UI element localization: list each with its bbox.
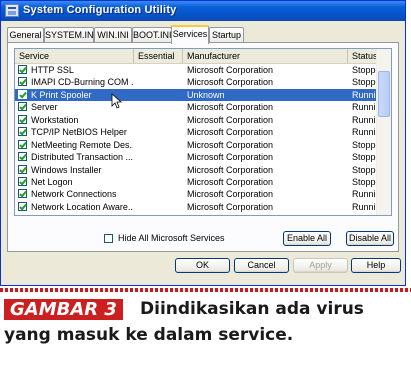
service-checkbox[interactable] bbox=[18, 189, 27, 199]
tab-startup[interactable]: Startup bbox=[209, 27, 244, 42]
service-row[interactable]: K Print SpoolerUnknownRunning bbox=[15, 88, 382, 102]
service-checkbox[interactable] bbox=[18, 114, 27, 124]
service-name: Net Logon bbox=[31, 176, 73, 187]
service-manufacturer: Microsoft Corporation bbox=[187, 102, 274, 113]
tab-system-ini[interactable]: SYSTEM.INI bbox=[44, 27, 96, 42]
system-configuration-window: System Configuration Utility General SYS… bbox=[0, 0, 406, 286]
title-bar[interactable]: System Configuration Utility bbox=[1, 1, 405, 21]
service-name: Distributed Transaction ... bbox=[31, 152, 133, 163]
tab-general[interactable]: General bbox=[7, 27, 44, 42]
service-manufacturer: Unknown bbox=[187, 89, 225, 100]
service-checkbox[interactable] bbox=[18, 152, 27, 162]
service-manufacturer: Microsoft Corporation bbox=[187, 201, 274, 212]
service-name: NetMeeting Remote Des... bbox=[31, 139, 133, 150]
enable-all-button[interactable]: Enable All bbox=[283, 231, 331, 246]
service-manufacturer: Microsoft Corporation bbox=[187, 189, 274, 200]
service-manufacturer: Microsoft Corporation bbox=[187, 127, 274, 138]
column-service[interactable]: Service bbox=[15, 49, 134, 63]
service-manufacturer: Microsoft Corporation bbox=[187, 65, 274, 75]
caption-line-1: Diindikasikan ada virus bbox=[140, 299, 364, 319]
service-row[interactable]: ServerMicrosoft CorporationRunning bbox=[15, 101, 382, 113]
mouse-cursor-icon bbox=[111, 93, 123, 109]
service-name: IMAPI CD-Burning COM ... bbox=[31, 77, 133, 88]
caption-line-2: yang masuk ke dalam service. bbox=[4, 325, 294, 345]
tab-win-ini[interactable]: WIN.INI bbox=[94, 27, 132, 42]
service-manufacturer: Microsoft Corporation bbox=[187, 176, 274, 187]
services-panel: Service Essential Manufacturer Status HT… bbox=[7, 42, 399, 252]
tab-services[interactable]: Services bbox=[171, 25, 209, 44]
service-name: Windows Installer bbox=[31, 164, 102, 175]
service-checkbox[interactable] bbox=[18, 201, 27, 211]
service-row[interactable]: Windows Installer Microsoft Corporation St… bbox=[15, 164, 382, 176]
service-name: HTTP SSL bbox=[31, 65, 74, 75]
column-essential[interactable]: Essential bbox=[134, 49, 183, 63]
caption-divider bbox=[0, 288, 411, 292]
service-row[interactable]: TCP/IP NetBIOS Helper Microsoft Corporati… bbox=[15, 126, 382, 138]
tab-boot-ini[interactable]: BOOT.INI bbox=[132, 27, 172, 42]
apply-button[interactable]: Apply bbox=[293, 258, 348, 273]
service-manufacturer: Microsoft Corporation bbox=[187, 77, 274, 88]
service-manufacturer: Microsoft Corporation bbox=[187, 164, 274, 175]
service-checkbox[interactable] bbox=[18, 176, 27, 186]
caption-tag: GAMBAR 3 bbox=[4, 299, 123, 320]
list-header: Service Essential Manufacturer Status bbox=[15, 49, 379, 64]
service-checkbox[interactable] bbox=[18, 89, 27, 99]
service-row[interactable]: NetMeeting Remote Des... Microsoft Corpor… bbox=[15, 139, 382, 151]
column-manufacturer[interactable]: Manufacturer bbox=[183, 49, 348, 63]
service-checkbox[interactable] bbox=[18, 164, 27, 174]
window-title: System Configuration Utility bbox=[23, 4, 177, 16]
ok-button[interactable]: OK bbox=[175, 258, 230, 273]
service-row[interactable]: Net LogonMicrosoft CorporationStopped bbox=[15, 176, 382, 188]
service-row[interactable]: Distributed Transaction ... Microsoft Cor… bbox=[15, 151, 382, 163]
service-row[interactable]: Network Location Aware... Microsoft Corpo… bbox=[15, 201, 382, 213]
service-row[interactable]: Network Connections Microsoft Corporation… bbox=[15, 188, 382, 200]
service-name: Workstation bbox=[31, 114, 79, 125]
service-manufacturer: Microsoft Corporation bbox=[187, 114, 274, 125]
checkbox-box[interactable] bbox=[104, 234, 113, 243]
service-name: Network Location Aware... bbox=[31, 201, 133, 212]
service-row[interactable]: HTTP SSLMicrosoft CorporationStopped bbox=[15, 64, 382, 76]
service-checkbox[interactable] bbox=[18, 139, 27, 149]
scrollbar-thumb[interactable] bbox=[378, 71, 390, 117]
service-rows: HTTP SSLMicrosoft CorporationStoppedIMAP… bbox=[15, 64, 382, 213]
service-manufacturer: Microsoft Corporation bbox=[187, 139, 274, 150]
service-manufacturer: Microsoft Corporation bbox=[187, 152, 274, 163]
service-checkbox[interactable] bbox=[18, 127, 27, 137]
column-status[interactable]: Status bbox=[348, 49, 379, 63]
msconfig-icon bbox=[5, 4, 19, 17]
service-name: Network Connections bbox=[31, 189, 117, 200]
help-button[interactable]: Help bbox=[351, 258, 401, 273]
service-checkbox[interactable] bbox=[18, 65, 27, 74]
service-row[interactable]: WorkstationMicrosoft CorporationRunning bbox=[15, 114, 382, 126]
cancel-button[interactable]: Cancel bbox=[234, 258, 289, 273]
service-checkbox[interactable] bbox=[18, 102, 27, 112]
disable-all-button[interactable]: Disable All bbox=[346, 231, 394, 246]
figure-caption: GAMBAR 3 Diindikasikan ada virus yang ma… bbox=[0, 295, 411, 366]
vertical-scrollbar[interactable] bbox=[376, 49, 391, 215]
service-name: TCP/IP NetBIOS Helper bbox=[31, 127, 127, 138]
services-list[interactable]: Service Essential Manufacturer Status HT… bbox=[14, 48, 392, 216]
service-checkbox[interactable] bbox=[18, 77, 27, 87]
hide-ms-services-label: Hide All Microsoft Services bbox=[118, 233, 225, 243]
service-row[interactable]: IMAPI CD-Burning COM ... Microsoft Corpor… bbox=[15, 76, 382, 88]
